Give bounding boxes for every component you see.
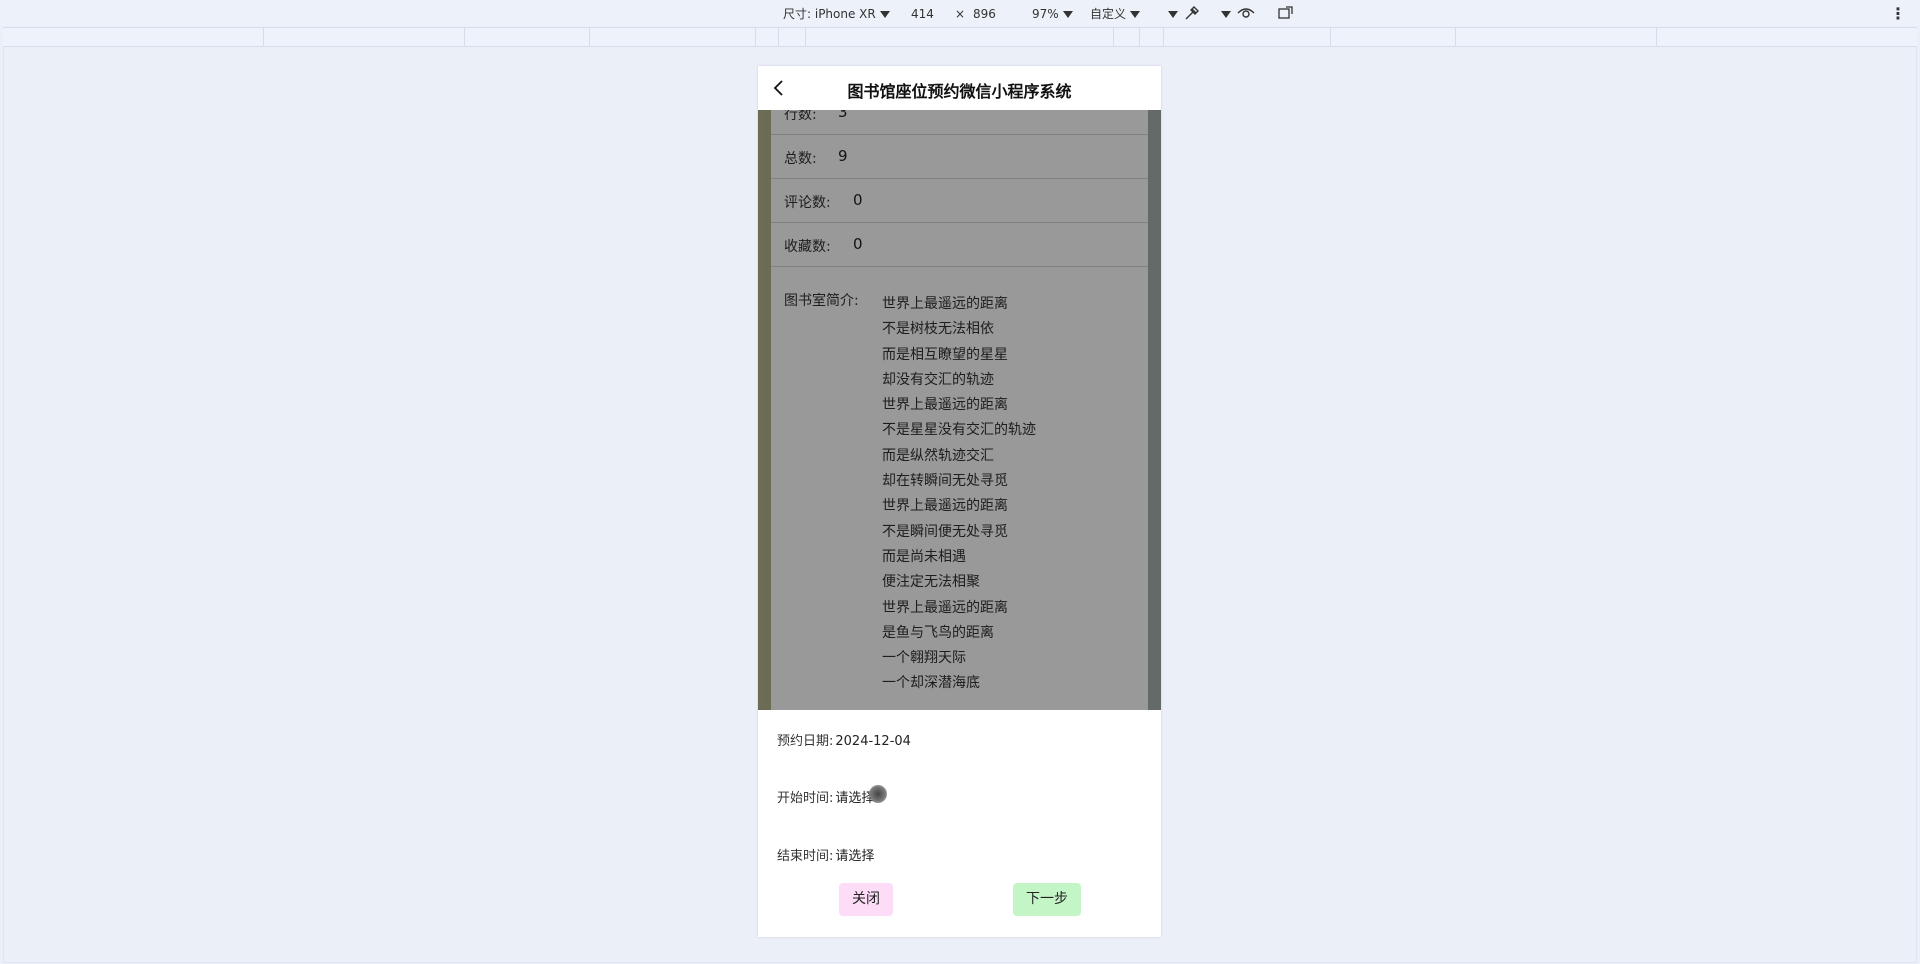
zoom-select[interactable]: 97% <box>1032 6 1073 22</box>
chevron-down-icon <box>1130 11 1141 18</box>
end-time-label: 结束时间: <box>777 849 834 864</box>
end-time-value: 请选择 <box>835 849 875 864</box>
chevron-down-icon <box>1062 11 1073 18</box>
next-step-button[interactable]: 下一步 <box>1013 883 1081 916</box>
options-dropdown[interactable] <box>1164 6 1178 22</box>
height-input[interactable]: 896 <box>973 6 996 22</box>
vision-dropdown[interactable] <box>1217 6 1231 22</box>
ruler-tick <box>1139 28 1140 46</box>
ruler-tick <box>778 28 779 46</box>
ruler-tick <box>755 28 756 46</box>
close-button[interactable]: 关闭 <box>839 883 893 916</box>
ruler-tick <box>805 28 806 46</box>
nav-bar: 图书馆座位预约微信小程序系统 <box>758 66 1161 110</box>
device-toolbar: 尺寸: iPhone XR 414 × 896 97% 自定义 ⋮ <box>0 0 1920 26</box>
zoom-label: 97% <box>1032 7 1059 21</box>
dimension-separator: × <box>955 7 966 21</box>
date-label: 预约日期: <box>777 734 834 749</box>
chevron-down-icon <box>879 11 890 18</box>
ruler-tick <box>1163 28 1164 46</box>
ruler-tick <box>1656 28 1657 46</box>
eyedropper-icon[interactable] <box>1183 4 1201 20</box>
end-time-picker[interactable]: 结束时间: 请选择 <box>777 845 874 864</box>
chevron-down-icon <box>1168 11 1178 18</box>
phone-viewport: 图书馆座位预约微信小程序系统 行数: 3 总数: 9 评论数: 0 收藏数: 0… <box>758 66 1161 937</box>
device-select[interactable]: 尺寸: iPhone XR <box>783 6 890 22</box>
rotate-icon[interactable] <box>1276 4 1296 20</box>
start-time-label: 开始时间: <box>777 791 834 806</box>
ruler-tick <box>1330 28 1331 46</box>
width-input[interactable]: 414 <box>911 6 934 22</box>
throttle-select[interactable]: 自定义 <box>1090 6 1141 22</box>
eye-icon[interactable] <box>1236 4 1256 20</box>
ruler-tick <box>263 28 264 46</box>
throttle-label: 自定义 <box>1090 7 1127 21</box>
ruler-tick <box>1455 28 1456 46</box>
modal-backdrop[interactable] <box>758 110 1161 710</box>
device-label: 尺寸: iPhone XR <box>783 7 876 21</box>
ruler-tick <box>464 28 465 46</box>
booking-date-field[interactable]: 预约日期: 2024-12-04 <box>777 730 911 749</box>
ruler-tick <box>1113 28 1114 46</box>
start-time-picker[interactable]: 开始时间: 请选择 <box>777 787 874 806</box>
ruler-tick <box>589 28 590 46</box>
touch-cursor-icon <box>869 785 887 803</box>
media-query-ruler <box>3 27 1917 47</box>
page-title: 图书馆座位预约微信小程序系统 <box>847 82 1072 101</box>
more-options-icon[interactable]: ⋮ <box>1890 6 1906 22</box>
date-value: 2024-12-04 <box>835 734 911 749</box>
chevron-down-icon <box>1221 11 1231 18</box>
